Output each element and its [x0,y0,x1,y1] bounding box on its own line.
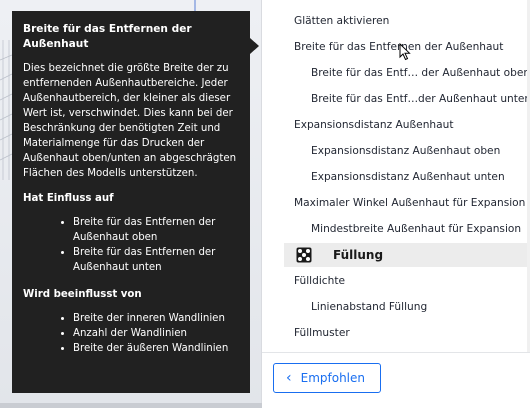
category-infill[interactable]: Füllung [284,243,530,267]
setting-infill-pattern[interactable]: Füllmuster [262,320,530,346]
recommended-label: Empfohlen [300,371,365,385]
setting-skin-removal-width-bottom[interactable]: Breite für das Entf…der Außenhaut unten [262,86,530,112]
tooltip-affects-item: Breite für das Entfernen der Außenhaut o… [73,215,239,245]
tooltip-description: Dies bezeichnet die größte Breite der zu… [23,63,237,179]
setting-skin-removal-width[interactable]: Breite für das Entfernen der Außenhaut [262,34,530,60]
setting-infill-density[interactable]: Fülldichte [262,268,530,294]
recommended-mode-button[interactable]: ‹ Empfohlen [273,363,381,393]
setting-skin-removal-width-top[interactable]: Breite für das Entf… der Außenhaut oben [262,60,530,86]
tooltip-affects-list: Breite für das Entfernen der Außenhaut o… [23,215,239,275]
setting-tooltip: Breite für das Entfernen der Außenhaut D… [12,11,250,393]
tooltip-affected-by-item: Breite der äußeren Wandlinien [73,341,239,356]
setting-skin-expand-distance-bottom[interactable]: Expansionsdistanz Außenhaut unten [262,164,530,190]
setting-min-skin-width[interactable]: Mindestbreite Außenhaut für Expansion [262,216,530,242]
tooltip-affects-heading: Hat Einfluss auf [23,193,114,204]
print-settings-panel: Glätten aktivieren Breite für das Entfer… [262,0,530,408]
tooltip-affected-by-item: Anzahl der Wandlinien [73,326,239,341]
tooltip-affected-by-heading: Wird beeinflusst von [23,289,142,300]
mouse-pointer-icon [399,43,411,61]
tooltip-affected-by-list: Breite der inneren Wandlinien Anzahl der… [23,311,239,356]
setting-infill-line-distance[interactable]: Linienabstand Füllung [262,294,530,320]
setting-skin-expand-distance[interactable]: Expansionsdistanz Außenhaut [262,112,530,138]
footer-divider [262,352,530,353]
category-infill-label: Füllung [333,248,384,262]
viewport-bottom-strip [0,403,262,408]
tooltip-pointer [250,38,259,54]
setting-max-skin-angle[interactable]: Maximaler Winkel Außenhaut für Expansion [262,190,530,216]
setting-smoothing[interactable]: Glätten aktivieren [262,8,530,34]
infill-icon [296,247,312,263]
setting-skin-expand-distance-top[interactable]: Expansionsdistanz Außenhaut oben [262,138,530,164]
tooltip-title: Breite für das Entfernen der Außenhaut [23,23,192,50]
tooltip-affects-item: Breite für das Entfernen der Außenhaut u… [73,245,239,275]
chevron-left-icon: ‹ [286,370,292,386]
tooltip-affected-by-item: Breite der inneren Wandlinien [73,311,239,326]
